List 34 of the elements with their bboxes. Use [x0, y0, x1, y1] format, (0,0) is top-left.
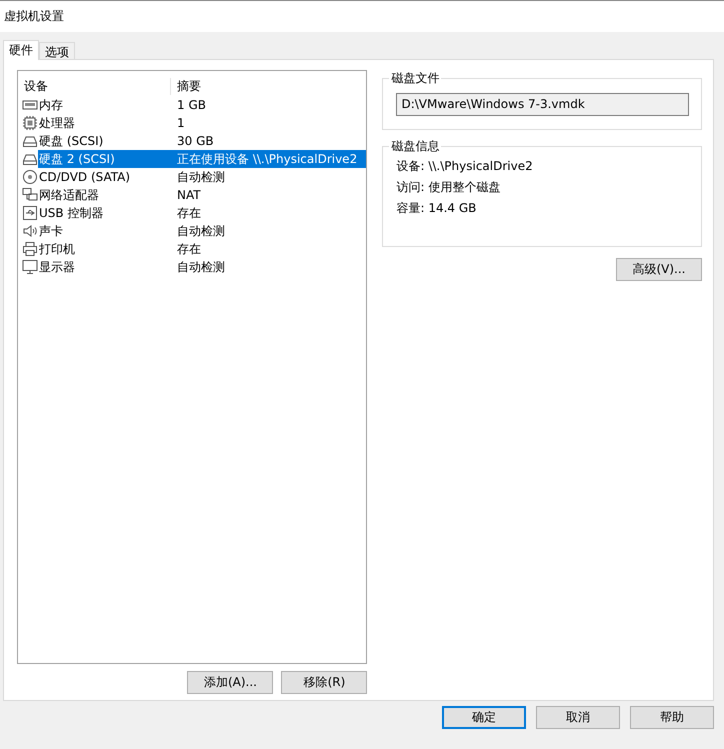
window-title: 虚拟机设置 — [4, 8, 64, 25]
group-title: 磁盘文件 — [389, 70, 442, 87]
list-button[interactable]: 移除(R) — [281, 671, 368, 694]
advanced-button[interactable]: 高级(V)... — [616, 258, 702, 281]
device-row[interactable]: 内存 1 GB — [38, 96, 366, 114]
disk-info-text: 容量: 14.4 GB — [396, 200, 478, 217]
dialog-button[interactable]: 取消 — [536, 706, 620, 729]
dialog-button[interactable]: 确定 — [442, 706, 526, 729]
dialog-button[interactable]: 帮助 — [630, 706, 714, 729]
column-header[interactable]: 摘要 — [177, 78, 201, 94]
device-row[interactable]: CD/DVD (SATA) 自动检测 — [38, 168, 366, 186]
list-button[interactable]: 添加(A)... — [187, 671, 274, 694]
network-icon — [22, 187, 38, 203]
disk-file-field[interactable]: D:\VMware\Windows 7-3.vmdk — [396, 92, 689, 116]
disk-info-text: 设备: \\.\PhysicalDrive2 — [396, 158, 534, 175]
device-row[interactable]: 处理器 1 — [38, 114, 366, 132]
device-row[interactable]: 显示器 自动检测 — [38, 258, 366, 276]
column-header[interactable]: 设备 — [18, 78, 171, 94]
tab[interactable]: 硬件 — [3, 40, 39, 60]
speaker-icon — [22, 223, 38, 239]
printer-icon — [22, 241, 38, 257]
device-row[interactable]: 网络适配器 NAT — [38, 186, 366, 204]
disc-icon — [22, 169, 38, 185]
tab[interactable]: 选项 — [39, 42, 75, 59]
device-row[interactable]: USB 控制器 存在 — [38, 204, 366, 222]
group-title: 磁盘信息 — [389, 138, 442, 155]
device-row[interactable]: 硬盘 2 (SCSI) 正在使用设备 \\.\PhysicalDrive2 — [38, 150, 366, 168]
device-row[interactable]: 硬盘 (SCSI) 30 GB — [38, 132, 366, 150]
device-row[interactable]: 声卡 自动检测 — [38, 222, 366, 240]
usb-icon — [22, 205, 38, 221]
monitor-icon — [22, 259, 38, 275]
disk-info-text: 访问: 使用整个磁盘 — [396, 179, 502, 196]
device-row[interactable]: 打印机 存在 — [38, 240, 366, 258]
chip-icon — [22, 115, 38, 131]
